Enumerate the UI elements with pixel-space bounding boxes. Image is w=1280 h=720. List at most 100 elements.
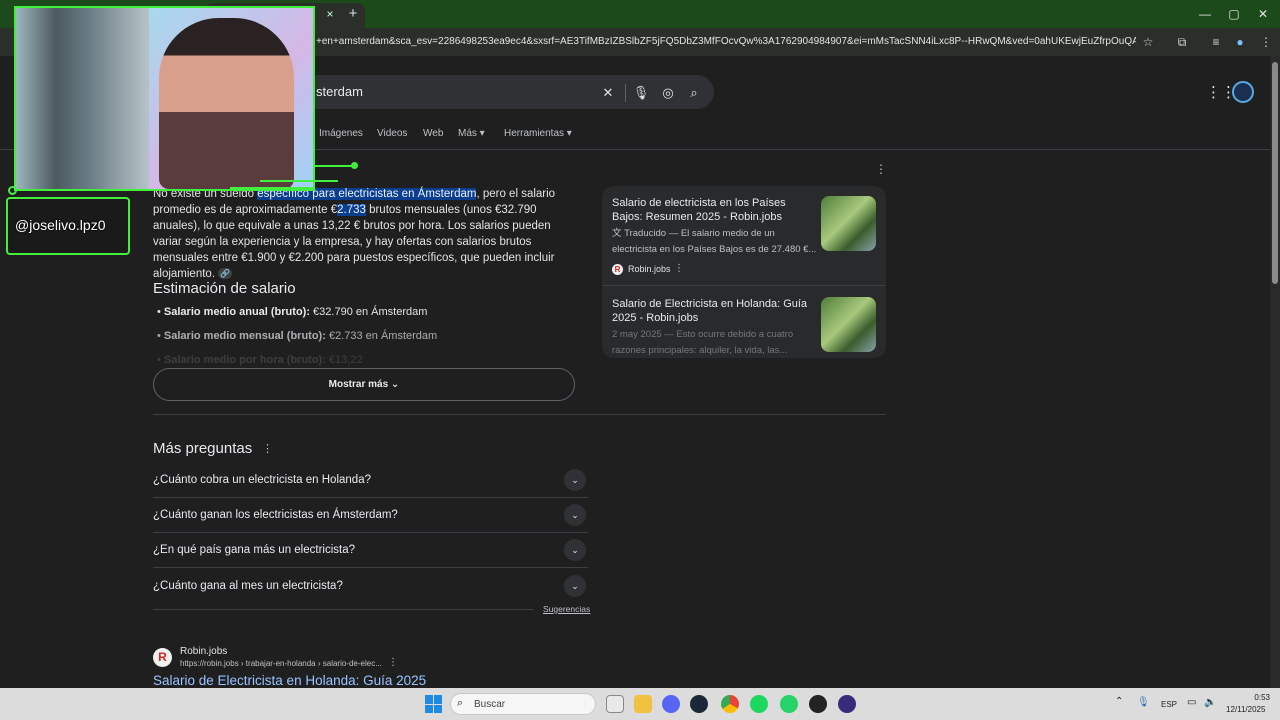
bullet-label: Salario medio anual (bruto): bbox=[163, 306, 310, 318]
source-card-title[interactable]: Salario de Electricista en Holanda: Guía… bbox=[612, 297, 817, 325]
task-view-icon[interactable] bbox=[606, 695, 624, 713]
microphone-icon[interactable]: 🎙 bbox=[632, 84, 650, 102]
tab-more[interactable]: Más ▾ bbox=[458, 128, 485, 139]
scrollbar-thumb[interactable] bbox=[1272, 62, 1278, 284]
new-tab-button[interactable]: + bbox=[345, 6, 361, 22]
chevron-down-icon: ⌄ bbox=[390, 379, 400, 390]
estimate-title: Estimación de salario bbox=[153, 280, 296, 297]
tab-videos[interactable]: Videos bbox=[377, 128, 407, 139]
bullet-label: Salario medio mensual (bruto): bbox=[163, 330, 326, 342]
chrome-icon[interactable] bbox=[721, 695, 739, 713]
chevron-down-icon[interactable]: ⌄ bbox=[564, 575, 586, 597]
search-icon[interactable]: ⌕ bbox=[685, 84, 703, 102]
close-window-button[interactable]: ✕ bbox=[1253, 5, 1273, 23]
steam-icon[interactable] bbox=[690, 695, 708, 713]
source-card-thumbnail[interactable] bbox=[821, 297, 876, 352]
maximize-button[interactable]: ▢ bbox=[1224, 5, 1244, 23]
paa-title: Más preguntas bbox=[153, 440, 253, 457]
result-url[interactable]: https://robin.jobs › trabajar-en-holanda… bbox=[180, 659, 382, 668]
lens-icon[interactable]: ◎ bbox=[659, 84, 677, 102]
bullet-label: Salario medio por hora (bruto): bbox=[163, 354, 326, 366]
bullet-value: €2.733 en Ámsterdam bbox=[325, 330, 438, 342]
section-divider bbox=[153, 414, 886, 415]
overlay-neon-dot bbox=[351, 162, 358, 169]
address-bar[interactable]: +en+amsterdam&sca_esv=2286498253ea9ec4&s… bbox=[316, 36, 1136, 50]
bookmark-star-icon[interactable]: ☆ bbox=[1139, 33, 1157, 51]
translate-icon: 文 bbox=[612, 228, 622, 239]
taskbar-search[interactable] bbox=[450, 693, 596, 715]
volume-icon[interactable]: 🔈 bbox=[1204, 697, 1216, 708]
clear-icon[interactable]: ✕ bbox=[599, 84, 617, 102]
ai-text-highlight-2: 2.733 bbox=[337, 204, 366, 216]
paa-question[interactable]: ¿En qué país gana más un electricista? ⌄ bbox=[153, 533, 588, 568]
source-card-menu-icon[interactable]: ⋮ bbox=[674, 263, 684, 274]
overlay-neon-dot bbox=[8, 186, 17, 195]
paa-question[interactable]: ¿Cuánto ganan los electricistas en Ámste… bbox=[153, 498, 588, 533]
webcam-person bbox=[159, 18, 294, 189]
tab-images[interactable]: Imágenes bbox=[319, 128, 363, 139]
bullet-monthly: • Salario medio mensual (bruto): €2.733 … bbox=[157, 330, 438, 342]
profile-icon[interactable]: ● bbox=[1231, 33, 1249, 51]
webcam-background-window bbox=[16, 8, 149, 189]
overlay-neon-line bbox=[230, 187, 315, 189]
whatsapp-icon[interactable] bbox=[780, 695, 798, 713]
source-card-snippet: 文 Traducido — El salario medio de un ele… bbox=[612, 226, 817, 258]
clock-date[interactable]: 12/11/2025 bbox=[1226, 705, 1265, 714]
bullet-hourly: • Salario medio por hora (bruto): €13,22 bbox=[157, 354, 363, 366]
chevron-down-icon[interactable]: ⌄ bbox=[564, 504, 586, 526]
question-text: ¿Cuánto cobra un electricista en Holanda… bbox=[153, 474, 371, 486]
search-query[interactable]: sterdam bbox=[316, 84, 363, 99]
robin-favicon-icon: R bbox=[612, 264, 623, 275]
source-card-thumbnail[interactable] bbox=[821, 196, 876, 251]
chevron-down-icon[interactable]: ⌄ bbox=[564, 539, 586, 561]
source-card-title[interactable]: Salario de electricista en los Países Ba… bbox=[612, 196, 817, 224]
language-indicator[interactable]: ESP bbox=[1161, 700, 1177, 709]
app-icon[interactable] bbox=[838, 695, 856, 713]
question-text: ¿En qué país gana más un electricista? bbox=[153, 544, 356, 556]
obs-icon[interactable] bbox=[809, 695, 827, 713]
network-icon[interactable]: ▭ bbox=[1187, 697, 1196, 708]
paa-question[interactable]: ¿Cuánto gana al mes un electricista? ⌄ bbox=[153, 569, 588, 604]
show-more-button[interactable]: Mostrar más ⌄ bbox=[153, 368, 575, 401]
tab-web[interactable]: Web bbox=[423, 128, 443, 139]
ai-overview-menu-icon[interactable]: ⋮ bbox=[875, 162, 887, 176]
show-more-label: Mostrar más bbox=[328, 379, 389, 390]
clock-time[interactable]: 0:53 bbox=[1250, 693, 1270, 702]
file-explorer-icon[interactable] bbox=[634, 695, 652, 713]
apps-grid-icon[interactable]: ⋮⋮ bbox=[1206, 84, 1236, 102]
result-title[interactable]: Salario de Electricista en Holanda: Guía… bbox=[153, 673, 426, 688]
close-tab-icon[interactable]: × bbox=[322, 6, 338, 22]
search-divider bbox=[625, 84, 626, 102]
windows-start-icon[interactable] bbox=[425, 695, 443, 713]
paa-menu-icon[interactable]: ⋮ bbox=[262, 442, 273, 455]
streamer-handle: @joselivo.lpz0 bbox=[15, 217, 106, 233]
chevron-down-icon[interactable]: ⌄ bbox=[564, 469, 586, 491]
minimize-button[interactable]: — bbox=[1195, 5, 1215, 23]
result-menu-icon[interactable]: ⋮ bbox=[388, 657, 398, 668]
source-card-snippet: 2 may 2025 — Esto ocurre debido a cuatro… bbox=[612, 329, 794, 355]
microphone-tray-icon[interactable]: 🎙 bbox=[1137, 697, 1150, 708]
spotify-icon[interactable] bbox=[750, 695, 768, 713]
tray-chevron-icon[interactable]: ⌃ bbox=[1115, 696, 1123, 707]
webcam-overlay bbox=[14, 6, 315, 191]
discord-icon[interactable] bbox=[662, 695, 680, 713]
bullet-value: €13,22 bbox=[325, 354, 363, 366]
bullet-annual: • Salario medio anual (bruto): €32.790 e… bbox=[157, 306, 428, 318]
avatar[interactable] bbox=[1232, 81, 1254, 103]
tab-tools[interactable]: Herramientas ▾ bbox=[504, 128, 572, 139]
question-text: ¿Cuánto ganan los electricistas en Ámste… bbox=[153, 509, 398, 521]
overlay-neon-line bbox=[315, 165, 353, 167]
paa-question[interactable]: ¿Cuánto cobra un electricista en Holanda… bbox=[153, 463, 588, 498]
bullet-value: €32.790 en Ámsterdam bbox=[310, 306, 428, 318]
search-icon: ⌕ bbox=[457, 697, 464, 709]
result-site[interactable]: Robin.jobs bbox=[180, 646, 227, 657]
robin-favicon-icon: R bbox=[153, 648, 172, 667]
source-link-icon[interactable]: 🔗 bbox=[218, 268, 233, 280]
taskbar-search-label: Buscar bbox=[474, 699, 506, 710]
source-card-site[interactable]: Robin.jobs bbox=[628, 264, 671, 274]
paa-bottom-divider bbox=[153, 609, 533, 610]
suggestions-link[interactable]: Sugerencias bbox=[543, 604, 590, 614]
extensions-icon[interactable]: ⧉ bbox=[1173, 33, 1191, 51]
menu-icon[interactable]: ⋮ bbox=[1257, 33, 1275, 51]
media-control-icon[interactable]: ≡ bbox=[1207, 33, 1225, 51]
